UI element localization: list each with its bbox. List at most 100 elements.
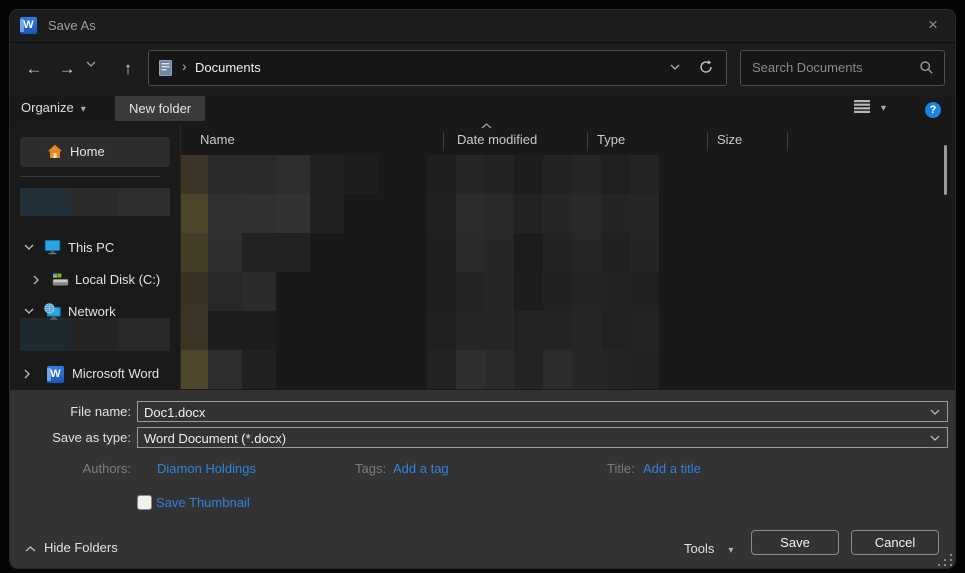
redacted-cell xyxy=(514,233,543,272)
add-tag-link[interactable]: Add a tag xyxy=(393,461,449,476)
redacted-cell xyxy=(242,155,276,194)
redacted-cell xyxy=(514,155,543,194)
redacted-cell xyxy=(514,194,543,233)
redacted-cell xyxy=(630,233,659,272)
redacted-cell xyxy=(485,155,514,194)
redacted-cell xyxy=(427,272,456,311)
title-label: Title: xyxy=(607,461,635,476)
resize-grip[interactable] xyxy=(938,554,953,567)
save-button[interactable]: Save xyxy=(751,530,839,555)
tools-caret-icon: ▾ xyxy=(728,545,733,556)
redacted-cell xyxy=(181,350,208,389)
redacted-cell xyxy=(630,311,659,350)
chevron-down-icon[interactable] xyxy=(930,409,940,415)
redacted-cell xyxy=(485,311,514,350)
redacted-cell xyxy=(242,272,276,311)
redacted-cell xyxy=(543,155,572,194)
tags-label: Tags: xyxy=(355,461,386,476)
chevron-down-icon[interactable] xyxy=(930,435,940,441)
redacted-cell xyxy=(601,311,630,350)
file-row-redacted[interactable] xyxy=(10,233,955,272)
redacted-cell xyxy=(485,350,514,389)
redacted-cell xyxy=(181,272,208,311)
redacted-cell xyxy=(601,272,630,311)
redacted-cell xyxy=(276,194,310,233)
redacted-cell xyxy=(208,311,242,350)
redacted-cell xyxy=(630,155,659,194)
redacted-cell xyxy=(456,272,485,311)
redacted-file-rows xyxy=(10,10,955,390)
redacted-cell xyxy=(543,350,572,389)
redacted-cell xyxy=(514,311,543,350)
save-as-dialog: W Save As × ← → ↑ › Documents xyxy=(10,10,955,568)
redacted-cell xyxy=(630,350,659,389)
redacted-cell xyxy=(181,311,208,350)
file-name-label: File name: xyxy=(10,404,131,419)
file-row-redacted[interactable] xyxy=(10,272,955,311)
redacted-cell xyxy=(572,233,601,272)
file-row-redacted[interactable] xyxy=(10,311,955,350)
redacted-cell xyxy=(572,311,601,350)
file-row-redacted[interactable] xyxy=(10,350,955,389)
redacted-cell xyxy=(181,155,208,194)
redacted-cell xyxy=(181,233,208,272)
redacted-cell xyxy=(601,233,630,272)
redacted-cell xyxy=(572,155,601,194)
redacted-cell xyxy=(601,350,630,389)
redacted-cell xyxy=(181,194,208,233)
redacted-cell xyxy=(427,233,456,272)
redacted-cell xyxy=(427,194,456,233)
save-thumbnail-checkbox[interactable] xyxy=(137,495,152,510)
redacted-cell xyxy=(344,155,378,194)
redacted-cell xyxy=(427,350,456,389)
redacted-cell xyxy=(208,350,242,389)
redacted-cell xyxy=(485,194,514,233)
redacted-cell xyxy=(242,194,276,233)
redacted-cell xyxy=(543,233,572,272)
save-thumbnail-label[interactable]: Save Thumbnail xyxy=(156,495,250,510)
file-row-redacted[interactable] xyxy=(10,155,955,194)
authors-value-link[interactable]: Diamon Holdings xyxy=(157,461,256,476)
redacted-cell xyxy=(208,272,242,311)
redacted-cell xyxy=(242,350,276,389)
save-as-type-select[interactable]: Word Document (*.docx) xyxy=(137,427,948,448)
redacted-cell xyxy=(485,272,514,311)
redacted-cell xyxy=(543,194,572,233)
file-row-redacted[interactable] xyxy=(10,194,955,233)
save-as-type-label: Save as type: xyxy=(10,430,131,445)
redacted-cell xyxy=(514,272,543,311)
redacted-cell xyxy=(310,155,344,194)
redacted-cell xyxy=(630,272,659,311)
redacted-cell xyxy=(456,350,485,389)
redacted-cell xyxy=(456,155,485,194)
redacted-cell xyxy=(543,272,572,311)
save-options-panel: File name: Doc1.docx Save as type: Word … xyxy=(10,390,955,568)
redacted-cell xyxy=(310,194,344,233)
redacted-cell xyxy=(242,233,276,272)
redacted-cell xyxy=(543,311,572,350)
cancel-button[interactable]: Cancel xyxy=(851,530,939,555)
redacted-cell xyxy=(485,233,514,272)
redacted-cell xyxy=(630,194,659,233)
redacted-cell xyxy=(276,233,310,272)
redacted-cell xyxy=(572,350,601,389)
redacted-cell xyxy=(427,155,456,194)
redacted-cell xyxy=(242,311,276,350)
chevron-up-icon xyxy=(25,546,36,552)
redacted-cell xyxy=(276,155,310,194)
redacted-cell xyxy=(208,233,242,272)
tools-button[interactable]: Tools▾ xyxy=(684,541,733,556)
list-scrollbar[interactable] xyxy=(944,145,947,195)
add-title-link[interactable]: Add a title xyxy=(643,461,701,476)
redacted-cell xyxy=(456,194,485,233)
redacted-cell xyxy=(601,194,630,233)
redacted-cell xyxy=(601,155,630,194)
redacted-cell xyxy=(208,194,242,233)
hide-folders-button[interactable]: Hide Folders xyxy=(25,540,118,555)
redacted-cell xyxy=(572,272,601,311)
redacted-cell xyxy=(427,311,456,350)
redacted-cell xyxy=(208,155,242,194)
redacted-cell xyxy=(514,350,543,389)
redacted-cell xyxy=(572,194,601,233)
file-name-input[interactable]: Doc1.docx xyxy=(137,401,948,422)
